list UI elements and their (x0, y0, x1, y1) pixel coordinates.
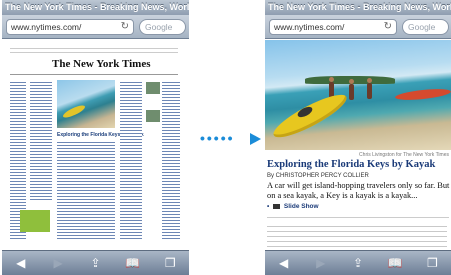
share-icon[interactable]: ⇪ (346, 253, 370, 273)
address-bar: www.nytimes.com/ ↻ Google (265, 15, 451, 39)
more-text (267, 222, 447, 248)
forward-arrow-icon[interactable]: ▶ (46, 253, 70, 273)
back-arrow-icon[interactable]: ◀ (272, 253, 296, 273)
nyt-logo: The New York Times (52, 58, 151, 70)
bookmarks-icon[interactable]: 📖 (121, 253, 145, 273)
person (349, 84, 354, 100)
phone-screen-zoomed-out: The New York Times - Breaking News, Worl… (2, 0, 189, 275)
second-column-text (30, 80, 52, 200)
web-content[interactable]: Chris Livingston for The New York Times … (265, 40, 451, 250)
camera-icon (273, 203, 281, 209)
back-arrow-icon[interactable]: ◀ (9, 253, 33, 273)
url-text: www.nytimes.com/ (274, 22, 345, 32)
nav-strip (10, 48, 178, 53)
share-icon[interactable]: ⇪ (83, 253, 107, 273)
forward-arrow-icon[interactable]: ▶ (309, 253, 333, 273)
search-field[interactable]: Google (402, 19, 449, 35)
reload-icon[interactable]: ↻ (384, 21, 392, 33)
web-content[interactable]: The New York Times Exploring the Florida… (2, 40, 189, 250)
person-head (329, 77, 334, 82)
person-head (367, 78, 372, 83)
person (367, 83, 372, 99)
url-field[interactable]: www.nytimes.com/ ↻ (269, 19, 397, 35)
green-ad-block[interactable] (20, 210, 50, 232)
slideshow-label: Slide Show (283, 203, 319, 210)
pages-icon[interactable]: ❐ (420, 253, 444, 273)
bookmarks-icon[interactable]: 📖 (383, 253, 407, 273)
transition-dots: ••••• (200, 130, 235, 146)
page-title: The New York Times - Breaking News, Worl… (265, 0, 451, 15)
right-thumbnail[interactable] (146, 110, 160, 122)
address-bar: www.nytimes.com/ ↻ Google (2, 15, 189, 39)
person-head (349, 79, 354, 84)
bullet: • (267, 203, 270, 210)
right-column-text (120, 80, 142, 240)
search-field[interactable]: Google (139, 19, 186, 35)
divider (267, 217, 449, 218)
photo-credit: Chris Livingston for The New York Times (359, 152, 449, 158)
slideshow-link[interactable]: • Slide Show (267, 203, 319, 210)
url-text: www.nytimes.com/ (11, 22, 82, 32)
divider (10, 74, 178, 75)
phone-screen-zoomed-in: The New York Times - Breaking News, Worl… (265, 0, 451, 275)
kayak-photo-thumbnail[interactable] (57, 80, 115, 128)
bottom-toolbar: ◀ ▶ ⇪ 📖 ❐ (2, 250, 189, 275)
center-column-text (57, 140, 115, 240)
article-summary: A car will get island-hopping travelers … (267, 181, 450, 200)
pages-icon[interactable]: ❐ (158, 253, 182, 273)
bottom-toolbar: ◀ ▶ ⇪ 📖 ❐ (265, 250, 451, 275)
far-right-column-text (162, 80, 180, 240)
article-headline[interactable]: Exploring the Florida Keys by Kayak (267, 159, 435, 170)
page-title: The New York Times - Breaking News, Worl… (2, 0, 189, 15)
right-thumbnail[interactable] (146, 82, 160, 94)
arrow-right-icon (250, 133, 261, 145)
article-byline: By CHRISTOPHER PERCY COLLIER (267, 173, 369, 179)
reload-icon[interactable]: ↻ (121, 21, 129, 33)
url-field[interactable]: www.nytimes.com/ ↻ (6, 19, 134, 35)
